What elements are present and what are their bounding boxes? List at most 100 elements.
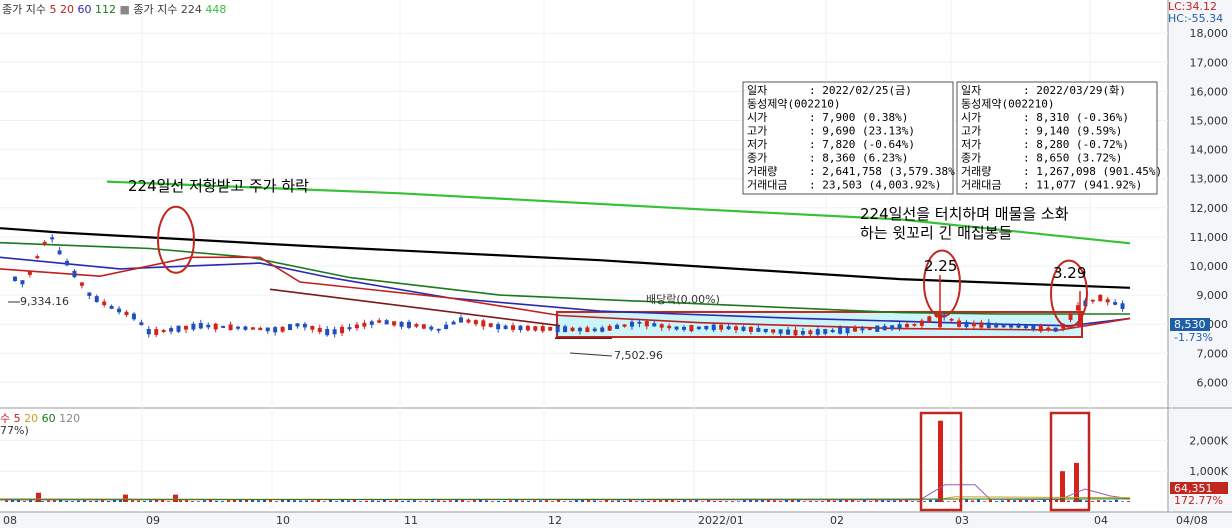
candle-body: [117, 308, 122, 313]
volume-bar: [251, 499, 254, 502]
volume-bar: [599, 501, 602, 502]
volume-bar: [473, 500, 476, 502]
candle-body: [971, 323, 976, 327]
volume-bar: [365, 500, 368, 502]
candle-body: [674, 326, 679, 330]
volume-bar: [887, 500, 890, 502]
vol-legend-60[interactable]: 60: [42, 412, 56, 425]
volume-bar: [689, 500, 692, 502]
volume-bar: [215, 500, 218, 502]
volume-bar: [569, 501, 572, 502]
tooltip-key: 종가: [747, 152, 767, 165]
volume-bar: [305, 500, 308, 502]
annotation-date-1: 2.25: [924, 257, 957, 275]
volume-bar: [83, 500, 86, 502]
volume-bar: [317, 500, 320, 502]
candle-body: [897, 324, 902, 329]
candle-body: [1009, 324, 1014, 328]
candle-body: [1120, 303, 1125, 309]
candle-body: [756, 327, 761, 332]
candle-body: [228, 324, 233, 331]
date-tick-label: 09: [146, 514, 160, 527]
volume-bar: [977, 499, 980, 502]
legend-ma5[interactable]: 5: [49, 3, 56, 16]
candle-body: [1068, 314, 1073, 320]
legend-ma224[interactable]: 224: [181, 3, 202, 16]
volume-bar: [659, 500, 662, 502]
candle-body: [295, 323, 300, 327]
volume-bar: [545, 500, 548, 502]
candle-body: [377, 320, 382, 323]
legend-square-icon: ■: [119, 3, 130, 16]
volume-bar: [1013, 500, 1016, 502]
candle-body: [629, 321, 634, 327]
volume-bar: [149, 500, 152, 502]
volume-bar: [1109, 500, 1112, 502]
candle-body: [1105, 299, 1110, 303]
volume-bar: [1031, 499, 1034, 502]
candle-body: [436, 328, 441, 331]
candle-body: [748, 326, 753, 332]
volume-bar: [953, 500, 956, 502]
volume-bar: [767, 500, 770, 502]
volume-bar: [593, 500, 596, 502]
candle-body: [919, 320, 924, 326]
volume-bar: [77, 500, 80, 502]
candle-body: [823, 329, 828, 334]
tooltip-value: : 2,641,758 (3,579.38%): [809, 165, 961, 178]
date-tick-label: 11: [404, 514, 418, 527]
stock-chart: 18,000 17,000 16,000 15,000 14,000 13,000 12,0…: [0, 0, 1232, 528]
candle-body: [637, 321, 642, 324]
legend-ma20[interactable]: 20: [60, 3, 74, 16]
volume-bar: [131, 500, 134, 502]
volume-bar: [269, 500, 272, 502]
date-tick-label: 2022/01: [698, 514, 744, 527]
price-tick-label: 7,000: [1197, 347, 1229, 360]
candle-body: [763, 328, 768, 332]
volume-bar: [707, 499, 710, 502]
candle-body: [250, 327, 255, 330]
candle-body: [488, 323, 493, 327]
legend-ma60[interactable]: 60: [77, 3, 91, 16]
candle-body: [719, 324, 724, 330]
volume-bar: [443, 500, 446, 502]
volume-bar: [551, 501, 554, 502]
volume-bar: [383, 499, 386, 502]
legend-ma112[interactable]: 112: [95, 3, 116, 16]
volume-bar: [965, 499, 968, 502]
volume-bar: [395, 500, 398, 502]
volume-bar: [1115, 499, 1118, 502]
tooltip-value: : 8,310 (-0.36%): [1023, 111, 1129, 124]
candle-body: [481, 320, 486, 327]
date-tick-label: 02: [830, 514, 844, 527]
candle-body: [369, 321, 374, 325]
vol-legend-120[interactable]: 120: [59, 412, 80, 425]
volume-bar: [485, 500, 488, 502]
volume-bar: [461, 500, 464, 502]
volume-bar: [1103, 500, 1106, 502]
date-tick-label: 12: [548, 514, 562, 527]
candle-body: [183, 325, 188, 330]
candle-body: [1016, 325, 1021, 328]
candle-body: [347, 327, 352, 330]
candle-body: [563, 326, 568, 333]
volume-bar: [107, 500, 110, 502]
candle-body: [243, 326, 248, 330]
tooltip-value: : 8,280 (-0.72%): [1023, 138, 1129, 151]
candle-body: [288, 324, 293, 331]
volume-bar: [971, 500, 974, 502]
volume-bar: [539, 500, 542, 502]
candle-body: [1090, 299, 1095, 302]
volume-bar: [311, 500, 314, 502]
volume-bar: [647, 500, 650, 502]
candle-body: [592, 328, 597, 332]
volume-bar: [563, 501, 566, 502]
candle-body: [102, 301, 107, 306]
volume-bar: [1019, 499, 1022, 502]
volume-bar: [227, 500, 230, 502]
candle-body: [280, 326, 285, 332]
volume-bar: [983, 501, 986, 502]
volume-tick-label: 2,000K: [1189, 434, 1228, 447]
candle-body: [518, 325, 523, 331]
legend-ma448[interactable]: 448: [205, 3, 226, 16]
